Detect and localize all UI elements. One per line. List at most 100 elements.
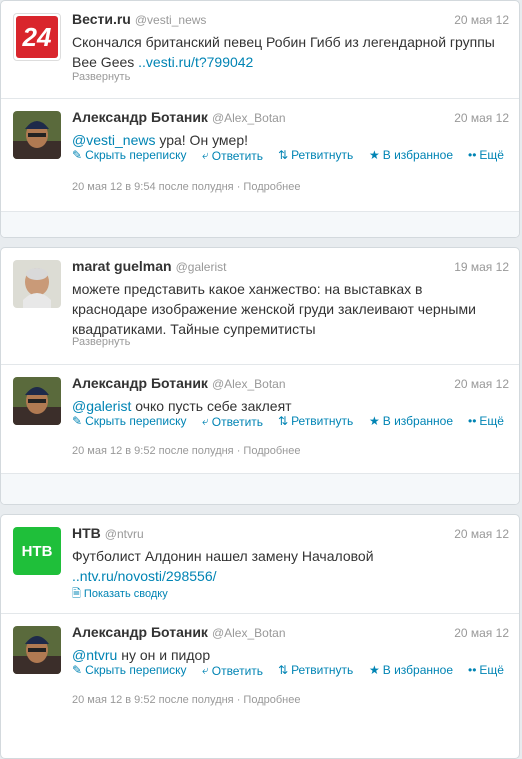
tweet-reply[interactable]: Александр Ботаник @Alex_Botan 20 мая 12 @…: [1, 98, 519, 211]
more-button[interactable]: •• Ещё: [468, 663, 504, 677]
tweet-text: Скончался британский певец Робин Гибб из…: [72, 32, 497, 72]
tweet-time[interactable]: 20 мая 12: [454, 626, 509, 640]
author-name[interactable]: НТВ @ntvru: [72, 525, 144, 541]
tweet-reply[interactable]: Александр Ботаник @Alex_Botan 20 мая 12 @…: [1, 364, 519, 473]
tweet-time[interactable]: 19 мая 12: [454, 260, 509, 274]
star-icon: ★: [369, 414, 380, 428]
tweet-text-body: Футболист Алдонин нашел замену Началовой: [72, 548, 374, 564]
author-handle[interactable]: @vesti_news: [135, 13, 207, 27]
person-photo-icon: [13, 260, 61, 308]
star-icon: ★: [369, 663, 380, 677]
avatar-alex-botan[interactable]: [13, 626, 61, 674]
retweet-button[interactable]: ⇅ Ретвитнуть: [278, 148, 353, 162]
tweet-time[interactable]: 20 мая 12: [454, 111, 509, 125]
retweet-icon: ⇅: [278, 663, 289, 677]
retweet-button[interactable]: ⇅ Ретвитнуть: [278, 663, 353, 677]
author-name[interactable]: Александр Ботаник @Alex_Botan: [72, 624, 286, 640]
speech-bubble-icon: ✎: [72, 148, 83, 162]
avatar-alex-botan[interactable]: [13, 377, 61, 425]
mention-link[interactable]: @galerist: [72, 398, 131, 414]
author-handle[interactable]: @galerist: [176, 260, 227, 274]
tweet-text-body: ну он и пидор: [117, 647, 211, 663]
author-handle[interactable]: @Alex_Botan: [212, 626, 286, 640]
hide-label: Скрыть переписку: [85, 148, 187, 162]
show-summary-label: Показать сводку: [83, 588, 168, 600]
vesti-logo-icon: 24: [16, 16, 58, 58]
avatar-alex-botan[interactable]: [13, 111, 61, 159]
favorite-button[interactable]: ★ В избранное: [369, 663, 453, 677]
favorite-label: В избранное: [382, 663, 453, 677]
hide-conversation-button[interactable]: ✎ Скрыть переписку: [72, 148, 190, 162]
reply-arrow-icon: ⤶: [202, 148, 209, 162]
more-label: Ещё: [479, 414, 504, 428]
tweet-text: можете представить какое ханжество: на в…: [72, 281, 476, 337]
conversation-1: 24 Вести.ru @vesti_news 20 мая 12 Скончал…: [0, 0, 520, 238]
document-icon: 🗎: [72, 588, 81, 600]
more-button[interactable]: •• Ещё: [468, 148, 504, 162]
author-fullname[interactable]: Александр Ботаник: [72, 109, 208, 125]
tweet-reply[interactable]: Александр Ботаник @Alex_Botan 20 мая 12 @…: [1, 613, 519, 724]
reply-arrow-icon: ⤶: [202, 414, 209, 428]
tweet-details[interactable]: 20 мая 12 в 9:52 после полудня · Подробн…: [72, 445, 300, 457]
person-photo-icon: [13, 377, 61, 425]
tweet-text-body: Скончался британский певец Робин Гибб из…: [72, 34, 495, 70]
mention-link[interactable]: @ntvru: [72, 647, 117, 663]
tweet-link[interactable]: ..ntv.ru/novosti/298556/: [72, 568, 217, 584]
more-dots-icon: ••: [468, 663, 477, 677]
expand-link[interactable]: Развернуть: [72, 71, 130, 83]
reply-button[interactable]: ⤶ Ответить: [202, 663, 263, 678]
speech-bubble-icon: ✎: [72, 663, 83, 677]
tweet-original[interactable]: НТВ НТВ @ntvru 20 мая 12 Футболист Алдони…: [1, 515, 519, 613]
more-dots-icon: ••: [468, 148, 477, 162]
hide-conversation-button[interactable]: ✎ Скрыть переписку: [72, 663, 190, 677]
avatar-marat-guelman[interactable]: [13, 260, 61, 308]
author-handle[interactable]: @Alex_Botan: [212, 111, 286, 125]
author-fullname[interactable]: Александр Ботаник: [72, 624, 208, 640]
more-dots-icon: ••: [468, 414, 477, 428]
tweet-original[interactable]: 24 Вести.ru @vesti_news 20 мая 12 Скончал…: [1, 1, 519, 98]
author-fullname[interactable]: Вести.ru: [72, 11, 131, 27]
author-handle[interactable]: @Alex_Botan: [212, 377, 286, 391]
tweet-details[interactable]: 20 мая 12 в 9:54 после полудня · Подробн…: [72, 181, 300, 193]
more-label: Ещё: [479, 663, 504, 677]
favorite-button[interactable]: ★ В избранное: [369, 414, 453, 428]
author-fullname[interactable]: НТВ: [72, 525, 101, 541]
author-name[interactable]: Вести.ru @vesti_news: [72, 11, 206, 27]
tweet-link[interactable]: ..vesti.ru/t?799042: [138, 54, 253, 70]
hide-conversation-button[interactable]: ✎ Скрыть переписку: [72, 414, 190, 428]
author-name[interactable]: marat guelman @galerist: [72, 258, 226, 274]
tweet-details[interactable]: 20 мая 12 в 9:52 после полудня · Подробн…: [72, 694, 300, 706]
author-handle[interactable]: @ntvru: [105, 527, 144, 541]
avatar-vesti[interactable]: 24: [13, 13, 61, 61]
tweet-time[interactable]: 20 мая 12: [454, 377, 509, 391]
hide-label: Скрыть переписку: [85, 414, 187, 428]
author-name[interactable]: Александр Ботаник @Alex_Botan: [72, 375, 286, 391]
tweet-original[interactable]: marat guelman @galerist 19 мая 12 можете …: [1, 248, 519, 364]
author-fullname[interactable]: marat guelman: [72, 258, 172, 274]
tweet-time[interactable]: 20 мая 12: [454, 13, 509, 27]
hide-label: Скрыть переписку: [85, 663, 187, 677]
tweet-text: @ntvru ну он и пидор: [72, 645, 497, 665]
reply-label: Ответить: [211, 663, 264, 678]
retweet-button[interactable]: ⇅ Ретвитнуть: [278, 414, 353, 428]
reply-button[interactable]: ⤶ Ответить: [202, 148, 263, 163]
author-name[interactable]: Александр Ботаник @Alex_Botan: [72, 109, 286, 125]
tweet-text-body: очко пусть себе заклеят: [131, 398, 292, 414]
favorite-label: В избранное: [382, 148, 453, 162]
tweet-text: Футболист Алдонин нашел замену Началовой…: [72, 546, 497, 586]
mention-link[interactable]: @vesti_news: [72, 132, 155, 148]
expand-link[interactable]: Развернуть: [72, 336, 130, 348]
tweet-text-body: ура! Он умер!: [155, 132, 248, 148]
more-label: Ещё: [479, 148, 504, 162]
reply-arrow-icon: ⤶: [202, 663, 209, 677]
favorite-button[interactable]: ★ В избранное: [369, 148, 453, 162]
show-summary-link[interactable]: 🗎 Показать сводку: [72, 585, 168, 604]
person-photo-icon: [13, 111, 61, 159]
avatar-ntv[interactable]: НТВ: [13, 527, 61, 575]
more-button[interactable]: •• Ещё: [468, 414, 504, 428]
author-fullname[interactable]: Александр Ботаник: [72, 375, 208, 391]
retweet-label: Ретвитнуть: [291, 148, 354, 162]
speech-bubble-icon: ✎: [72, 414, 83, 428]
reply-button[interactable]: ⤶ Ответить: [202, 414, 263, 429]
tweet-time[interactable]: 20 мая 12: [454, 527, 509, 541]
